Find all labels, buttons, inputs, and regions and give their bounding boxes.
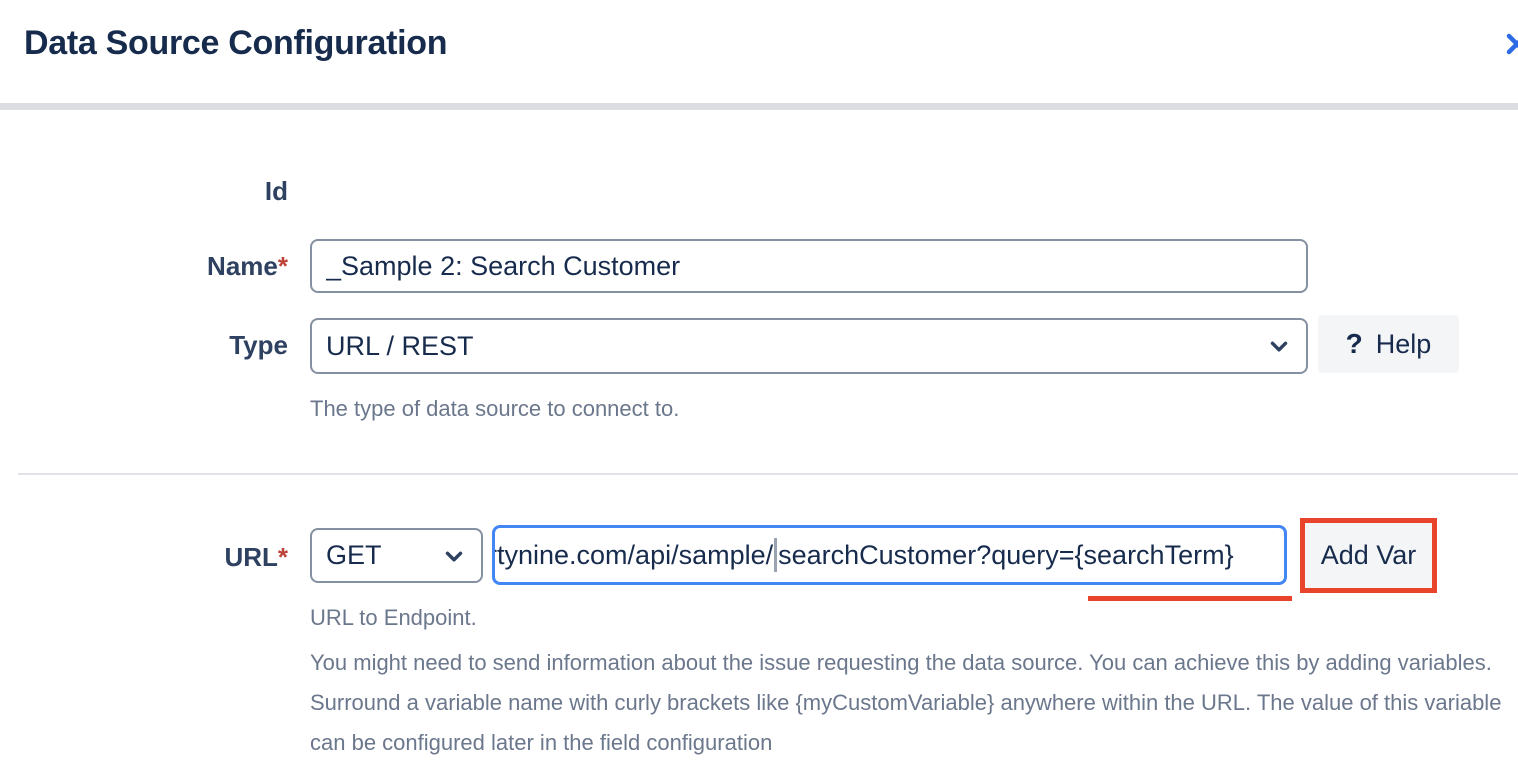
type-helper-text: The type of data source to connect to.	[310, 396, 679, 422]
url-required-asterisk: *	[278, 542, 288, 572]
help-button[interactable]: ? Help	[1318, 315, 1459, 373]
question-mark-icon: ?	[1346, 328, 1363, 360]
annotation-underline-red	[1088, 596, 1292, 601]
help-button-label: Help	[1376, 329, 1432, 360]
id-label-text: Id	[265, 176, 288, 206]
url-label-text: URL	[224, 542, 277, 572]
close-icon[interactable]	[1503, 30, 1518, 58]
type-label-text: Type	[229, 330, 288, 360]
type-select[interactable]: URL / REST	[310, 318, 1308, 374]
url-description-line: You might need to send information about…	[310, 643, 1501, 683]
url-input[interactable]: rtynine.com/api/sample/searchCustomer?qu…	[492, 525, 1287, 585]
url-description: You might need to send information about…	[310, 643, 1501, 763]
name-label-text: Name	[207, 251, 278, 281]
url-label: URL*	[0, 542, 288, 573]
header-divider-bar	[0, 103, 1518, 110]
chevron-down-icon	[441, 543, 467, 569]
name-label: Name*	[0, 251, 288, 282]
url-helper-text: URL to Endpoint.	[310, 605, 477, 631]
id-label: Id	[0, 176, 288, 207]
url-value-after-cursor: searchCustomer?query={searchTerm}	[778, 540, 1233, 571]
url-value-before-cursor: rtynine.com/api/sample/	[492, 540, 773, 571]
add-var-button[interactable]: Add Var	[1305, 523, 1432, 588]
name-required-asterisk: *	[278, 251, 288, 281]
http-method-value: GET	[326, 540, 382, 571]
url-description-line: can be configured later in the field con…	[310, 723, 1501, 763]
annotation-box-red: Add Var	[1300, 518, 1437, 593]
text-cursor	[774, 538, 777, 572]
type-label: Type	[0, 330, 288, 361]
chevron-down-icon	[1266, 333, 1292, 359]
name-input[interactable]	[310, 239, 1308, 293]
section-divider	[18, 473, 1518, 475]
page-title: Data Source Configuration	[24, 24, 447, 63]
url-description-line: Surround a variable name with curly brac…	[310, 683, 1501, 723]
http-method-select[interactable]: GET	[310, 528, 483, 583]
type-select-value: URL / REST	[326, 331, 474, 362]
